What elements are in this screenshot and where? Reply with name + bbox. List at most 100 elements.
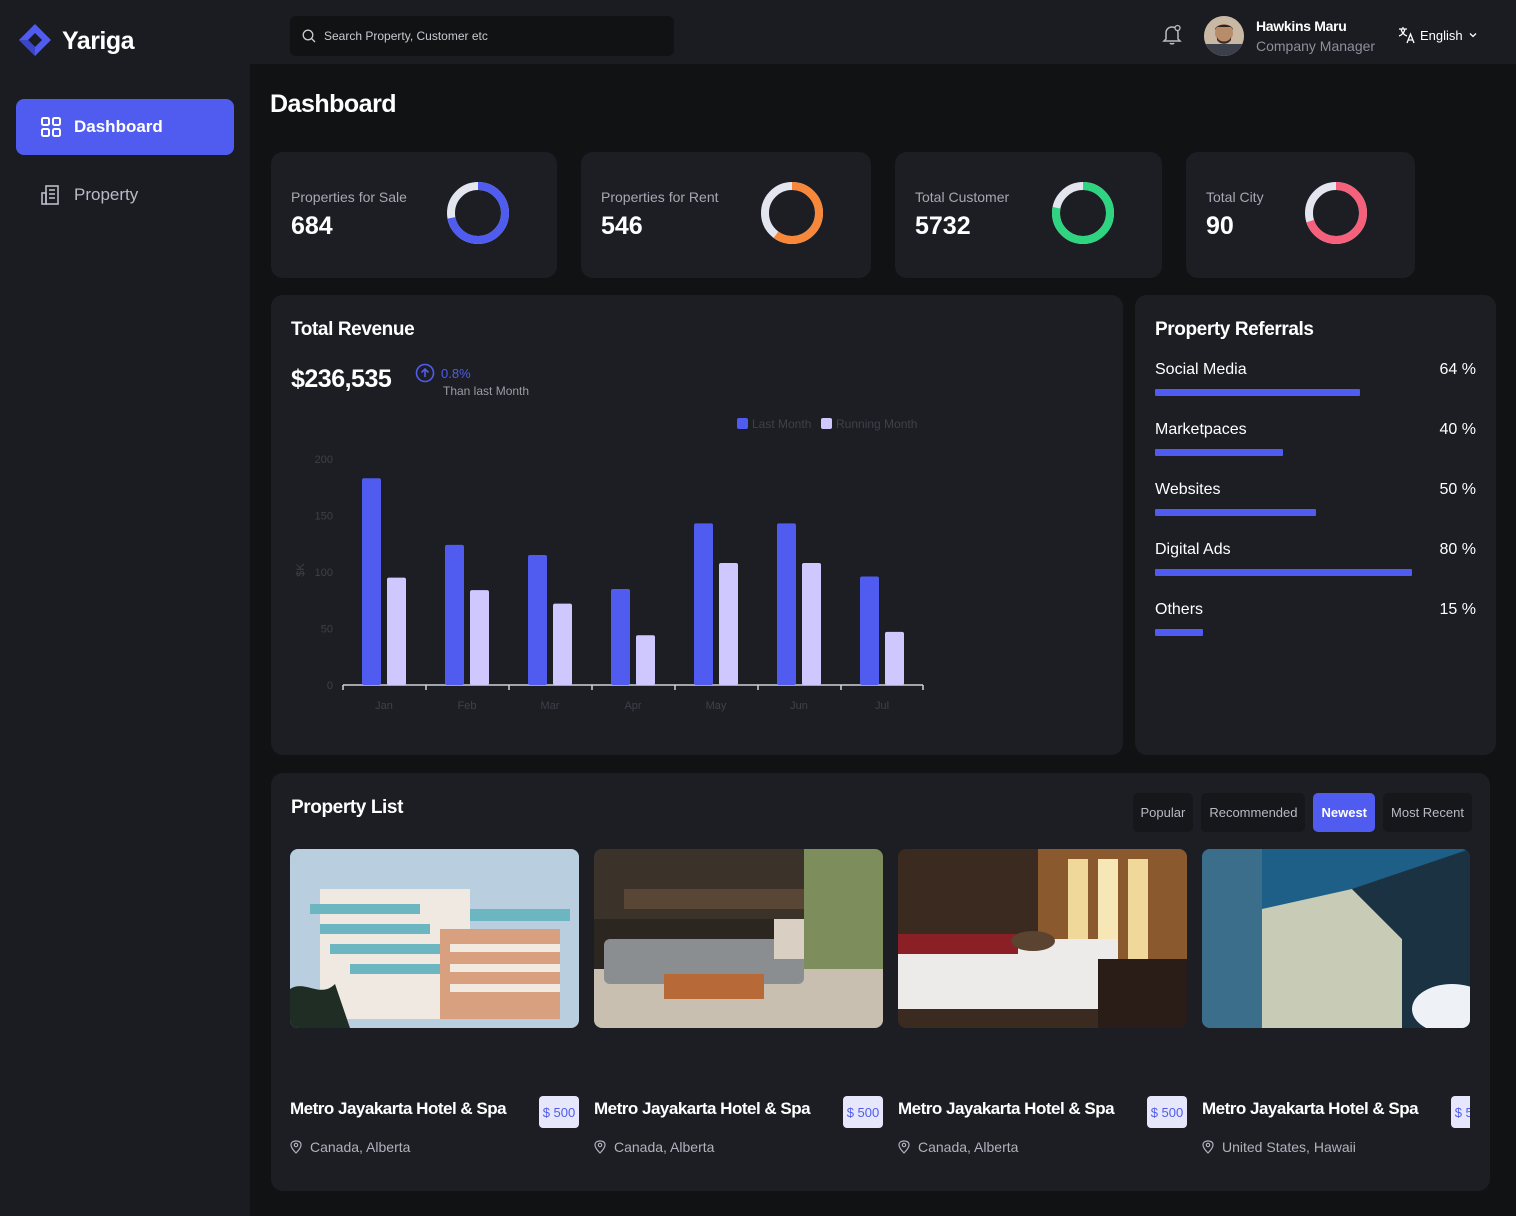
page-title: Dashboard: [270, 90, 397, 118]
property-list-card: Property List Popular Recommended Newest…: [271, 773, 1490, 1191]
bar-last-month: [611, 588, 630, 685]
property-image[interactable]: [290, 849, 579, 1028]
stat-card-customer: Total Customer 5732: [895, 152, 1162, 278]
property-name: Metro Jayakarta Hotel & Spa: [1202, 1099, 1419, 1118]
revenue-change-sub: Than last Month: [443, 384, 530, 398]
property-image[interactable]: [898, 849, 1187, 1028]
bar-last-month: [528, 555, 547, 685]
bell-icon[interactable]: [1160, 22, 1184, 46]
property-card[interactable]: Metro Jayakarta Hotel & Spa $ 500 Canada…: [898, 849, 1187, 1155]
topbar: Hawkins Maru Company Manager English: [250, 0, 1516, 64]
referral-label: Social Media: [1155, 361, 1247, 378]
referrals-title: Property Referrals: [1155, 319, 1314, 340]
x-tick-label: Jun: [790, 700, 808, 712]
property-list-tabs: Popular Recommended Newest Most Recent: [1132, 793, 1472, 832]
location-pin-icon: [898, 1140, 910, 1154]
referral-percent: 50 %: [1439, 481, 1476, 498]
property-price: $ 500: [1451, 1096, 1470, 1128]
stat-card-rent: Properties for Rent 546: [581, 152, 871, 278]
tab-popular[interactable]: Popular: [1132, 793, 1194, 832]
avatar[interactable]: [1204, 16, 1244, 56]
property-location: Canada, Alberta: [290, 1139, 410, 1155]
legend-swatch: [821, 418, 832, 429]
tab-newest[interactable]: Newest: [1313, 793, 1376, 832]
property-location-text: Canada, Alberta: [614, 1139, 715, 1155]
property-card[interactable]: Metro Jayakarta Hotel & Spa $ 500 Canada…: [290, 849, 579, 1155]
property-image[interactable]: [594, 849, 883, 1028]
revenue-amount: $236,535: [291, 365, 392, 393]
x-tick-label: Jan: [375, 700, 393, 712]
bar-running-month: [802, 562, 821, 685]
bar-running-month: [719, 562, 738, 685]
app-logo[interactable]: Yariga: [16, 22, 135, 60]
property-list-title: Property List: [291, 797, 403, 818]
property-location-text: United States, Hawaii: [1222, 1139, 1356, 1155]
y-tick-label: 0: [327, 680, 333, 692]
y-tick-label: 150: [315, 511, 333, 523]
referrals-card: Property Referrals Social Media 64 % Marke…: [1135, 295, 1496, 755]
stat-label: Total City: [1206, 189, 1264, 205]
referral-label: Marketpaces: [1155, 421, 1247, 438]
property-location: Canada, Alberta: [594, 1139, 714, 1155]
search-box[interactable]: [290, 16, 674, 56]
bar-last-month: [860, 576, 879, 685]
stat-donut: [1305, 182, 1367, 244]
location-pin-icon: [594, 1140, 606, 1154]
revenue-bar-chart: Last Month Running Month 0 50 100 150 200 $K Jan…: [295, 417, 924, 712]
referral-bar: [1155, 509, 1316, 516]
x-tick-label: Mar: [541, 700, 560, 712]
property-location-text: Canada, Alberta: [310, 1139, 411, 1155]
stat-card-sale: Properties for Sale 684: [271, 152, 557, 278]
legend-label: Running Month: [836, 417, 917, 431]
search-input[interactable]: [324, 29, 664, 43]
referral-percent: 80 %: [1439, 541, 1476, 558]
property-card[interactable]: Metro Jayakarta Hotel & Spa $ 500 Canada…: [594, 849, 883, 1155]
location-pin-icon: [1202, 1140, 1214, 1154]
tab-recommended[interactable]: Recommended: [1201, 793, 1306, 832]
bar-running-month: [387, 577, 406, 685]
sidebar-item-dashboard[interactable]: Dashboard: [16, 99, 234, 155]
translate-icon: [1398, 27, 1415, 44]
language-selector[interactable]: English: [1398, 26, 1479, 44]
property-location-text: Canada, Alberta: [918, 1139, 1019, 1155]
referral-bar: [1155, 449, 1284, 456]
legend-swatch: [737, 418, 748, 429]
user-photo: [1204, 16, 1244, 56]
tab-label: Most Recent: [1391, 805, 1464, 820]
stat-value: 684: [291, 212, 333, 240]
referral-label: Others: [1155, 601, 1204, 618]
search-icon: [302, 29, 316, 43]
property-image[interactable]: [1202, 849, 1470, 1028]
x-tick-label: Jul: [875, 700, 889, 712]
referral-bar: [1155, 629, 1204, 636]
y-axis-label: $K: [295, 563, 307, 577]
y-tick-label: 50: [321, 624, 333, 636]
revenue-change: 0.8%: [415, 363, 471, 383]
bar-running-month: [470, 590, 489, 685]
bar-running-month: [636, 635, 655, 685]
stat-label: Total Customer: [915, 189, 1010, 205]
property-name: Metro Jayakarta Hotel & Spa: [594, 1099, 811, 1118]
referral-percent: 15 %: [1439, 601, 1476, 618]
referral-label: Digital Ads: [1155, 541, 1231, 558]
building-icon: [41, 185, 59, 205]
stat-card-city: Total City 90: [1186, 152, 1415, 278]
arrow-up-circle-icon: [415, 363, 435, 383]
property-price: $ 500: [539, 1096, 579, 1128]
referral-percent: 64 %: [1439, 361, 1476, 378]
x-tick-label: Feb: [458, 700, 477, 712]
bar-running-month: [885, 631, 904, 685]
property-card[interactable]: Metro Jayakarta Hotel & Spa $ 500 United…: [1202, 849, 1470, 1179]
stat-donut: [447, 182, 509, 244]
tab-most-recent[interactable]: Most Recent: [1383, 793, 1472, 832]
dashboard-icon: [41, 117, 61, 137]
location-pin-icon: [290, 1140, 302, 1154]
stat-label: Properties for Rent: [601, 189, 719, 205]
sidebar-item-property[interactable]: Property: [16, 167, 234, 223]
app-name: Yariga: [62, 26, 135, 55]
y-tick-label: 200: [315, 454, 333, 466]
legend-label: Last Month: [752, 417, 811, 431]
y-tick-label: 100: [315, 567, 333, 579]
revenue-card: Total Revenue $236,535 0.8% Than last Mo…: [271, 295, 1123, 755]
tab-label: Recommended: [1209, 805, 1298, 820]
